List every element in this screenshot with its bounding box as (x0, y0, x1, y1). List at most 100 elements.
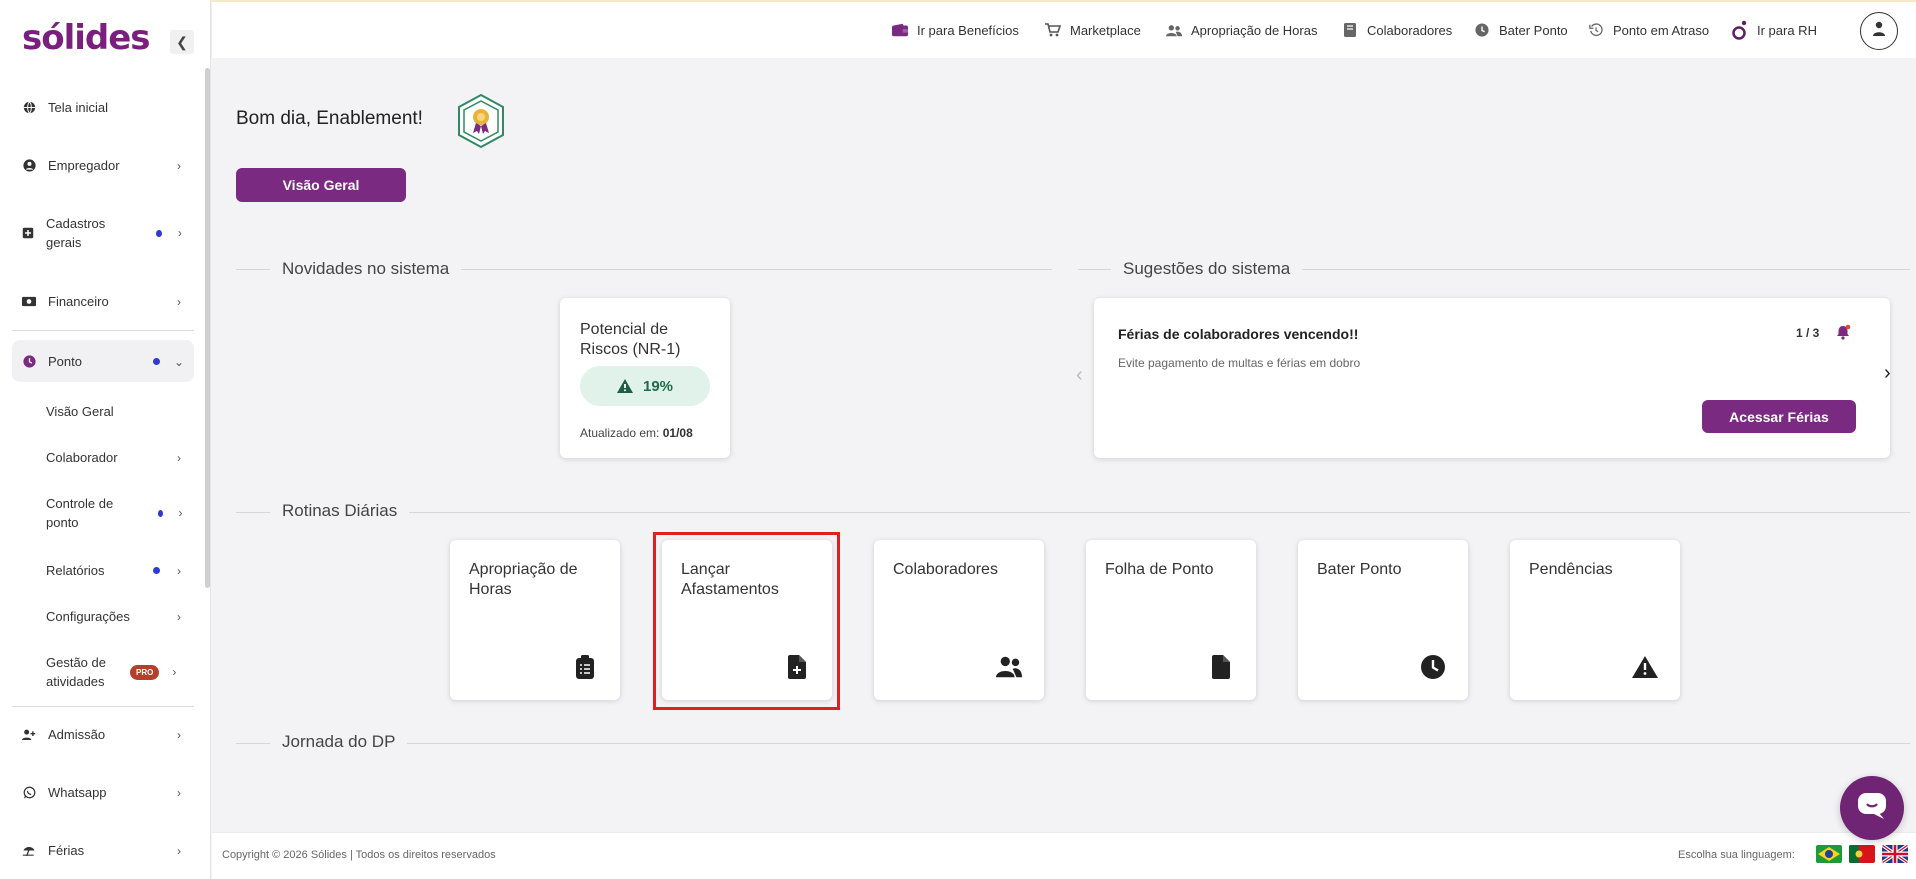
routine-card-folha-de-ponto[interactable]: Folha de Ponto (1086, 540, 1256, 700)
suggestion-next-arrow[interactable]: › (1884, 362, 1891, 385)
sidebar-subitem-label: Relatórios (46, 563, 105, 578)
chevron-right-icon: › (177, 785, 181, 800)
routine-card-pendencias[interactable]: Pendências (1510, 540, 1680, 700)
file-icon (1208, 654, 1234, 680)
nav-link-apropriacao-de-horas[interactable]: Apropriação de Horas (1166, 22, 1317, 38)
nav-link-marketplace[interactable]: Marketplace (1045, 22, 1141, 38)
sidebar-item-admissao[interactable]: Admissão › (12, 725, 194, 744)
sidebar-subitem-configuracoes[interactable]: Configurações › (46, 607, 194, 626)
risk-card-title: Potencial de Riscos (NR-1) (580, 321, 681, 358)
risk-value: 19% (642, 377, 674, 395)
access-vacations-button[interactable]: Acessar Férias (1702, 400, 1856, 433)
nav-link-label: Bater Ponto (1499, 22, 1568, 38)
nav-link-label: Ir para RH (1757, 22, 1817, 38)
solides-logo[interactable]: sólides (22, 18, 151, 58)
notification-dot (153, 358, 160, 365)
profile-button[interactable] (1860, 12, 1898, 50)
sidebar-subitem-colaborador[interactable]: Colaborador › (46, 448, 194, 467)
sidebar-divider (12, 706, 194, 707)
brazil-flag-icon[interactable] (1816, 845, 1842, 863)
chevron-right-icon: › (177, 294, 181, 309)
sidebar-item-cadastros-gerais[interactable]: Cadastros gerais › (12, 214, 194, 252)
nav-link-beneficios[interactable]: Ir para Benefícios (892, 22, 1019, 38)
suggestion-description: Evite pagamento de multas e férias em do… (1118, 356, 1361, 370)
user-plus-icon (22, 728, 36, 742)
sidebar-item-ponto[interactable]: Ponto ⌄ (12, 352, 194, 371)
risk-card[interactable]: Potencial de Riscos (NR-1) 19% Atualizad… (560, 298, 730, 458)
sidebar-item-label: Financeiro (48, 294, 109, 309)
sidebar-item-label: Whatsapp (48, 785, 107, 800)
footer: Copyright © 2026 Sólides | Todos os dire… (212, 832, 1916, 879)
user-circle-icon (22, 159, 36, 173)
sidebar-item-ferias[interactable]: Férias › (12, 841, 194, 860)
sidebar-subitem-label: Configurações (46, 609, 130, 624)
sidebar-item-label: Ponto (48, 354, 82, 369)
risk-updated-label: Atualizado em: (580, 426, 660, 440)
book-icon (1342, 22, 1358, 38)
sidebar-item-label: Tela inicial (48, 100, 108, 115)
routine-card-apropriacao-de-horas[interactable]: Apropriação de Horas (450, 540, 620, 700)
routine-card-label: Apropriação de Horas (469, 561, 578, 598)
history-icon (1588, 22, 1604, 38)
achievement-badge-icon[interactable] (455, 93, 507, 154)
chevron-right-icon: › (177, 609, 181, 624)
overview-button[interactable]: Visão Geral (236, 168, 406, 202)
portugal-flag-icon[interactable] (1849, 845, 1875, 863)
nav-link-label: Marketplace (1070, 22, 1141, 38)
sidebar-subitem-visao-geral[interactable]: Visão Geral (46, 402, 194, 421)
sidebar-subitem-relatorios[interactable]: Relatórios › (46, 561, 194, 580)
chevron-right-icon: › (178, 506, 183, 520)
greeting: Bom dia, Enablement! (236, 108, 423, 129)
wallet-icon (892, 22, 908, 38)
bell-icon[interactable] (1836, 324, 1851, 345)
nav-link-ponto-em-atraso[interactable]: Ponto em Atraso (1588, 22, 1709, 38)
copyright: Copyright © 2026 Sólides | Todos os dire… (222, 849, 496, 861)
clock-icon (22, 355, 36, 369)
sidebar-divider (12, 330, 194, 331)
sidebar-item-label: Férias (48, 843, 85, 858)
routine-card-colaboradores[interactable]: Colaboradores (874, 540, 1044, 700)
journey-section-title: Jornada do DP (270, 732, 408, 752)
nav-link-bater-ponto[interactable]: Bater Ponto (1474, 22, 1568, 38)
nav-link-colaboradores[interactable]: Colaboradores (1342, 22, 1452, 38)
section-divider (236, 743, 1910, 744)
notification-dot (156, 229, 162, 237)
routines-section-title: Rotinas Diárias (270, 501, 410, 521)
sidebar: sólides ❮ Tela inicial Empregador › Cada… (0, 0, 211, 879)
suggestion-card: Férias de colaboradores vencendo!! Evite… (1094, 298, 1890, 458)
clock-icon (1420, 654, 1446, 680)
chevron-right-icon: › (177, 843, 181, 858)
chat-icon (1857, 792, 1887, 825)
solides-rh-icon (1732, 20, 1748, 40)
sidebar-item-empregador[interactable]: Empregador › (12, 156, 194, 175)
routine-card-bater-ponto[interactable]: Bater Ponto (1298, 540, 1468, 700)
money-icon (22, 295, 36, 309)
plus-square-icon (22, 226, 34, 240)
sidebar-item-label: Admissão (48, 727, 106, 742)
chevron-down-icon: ⌄ (174, 354, 185, 369)
risk-percentage-pill: 19% (580, 366, 710, 406)
nav-link-label: Ponto em Atraso (1613, 22, 1710, 38)
chat-button[interactable] (1840, 776, 1904, 840)
routine-card-label: Folha de Ponto (1105, 561, 1214, 578)
collapse-sidebar-button[interactable]: ❮ (170, 30, 194, 54)
topbar: Ir para Benefícios Marketplace Apropriaç… (212, 0, 1916, 58)
sidebar-item-financeiro[interactable]: Financeiro › (12, 292, 194, 311)
nav-link-label: Ir para Benefícios (917, 22, 1019, 38)
sidebar-item-whatsapp[interactable]: Whatsapp › (12, 783, 194, 802)
sidebar-item-tela-inicial[interactable]: Tela inicial (12, 98, 194, 117)
section-divider (236, 512, 1910, 513)
main-content: Bom dia, Enablement! Visão Geral Novidad… (212, 58, 1916, 764)
suggestion-prev-arrow[interactable]: ‹ (1076, 364, 1083, 387)
nav-link-ir-para-rh[interactable]: Ir para RH (1732, 20, 1817, 40)
routine-card-label: Pendências (1529, 561, 1613, 578)
uk-flag-icon[interactable] (1882, 845, 1908, 863)
sidebar-scrollbar[interactable] (205, 68, 210, 588)
chevron-left-icon: ❮ (176, 33, 188, 50)
sidebar-subitem-controle-de-ponto[interactable]: Controle de ponto › (46, 494, 194, 532)
user-icon (1872, 21, 1886, 41)
umbrella-beach-icon (22, 844, 36, 858)
routine-card-label: Colaboradores (893, 561, 998, 578)
suggestion-title: Férias de colaboradores vencendo!! (1118, 326, 1359, 342)
sidebar-subitem-gestao-de-atividades[interactable]: Gestão de atividades PRO › (46, 653, 194, 691)
